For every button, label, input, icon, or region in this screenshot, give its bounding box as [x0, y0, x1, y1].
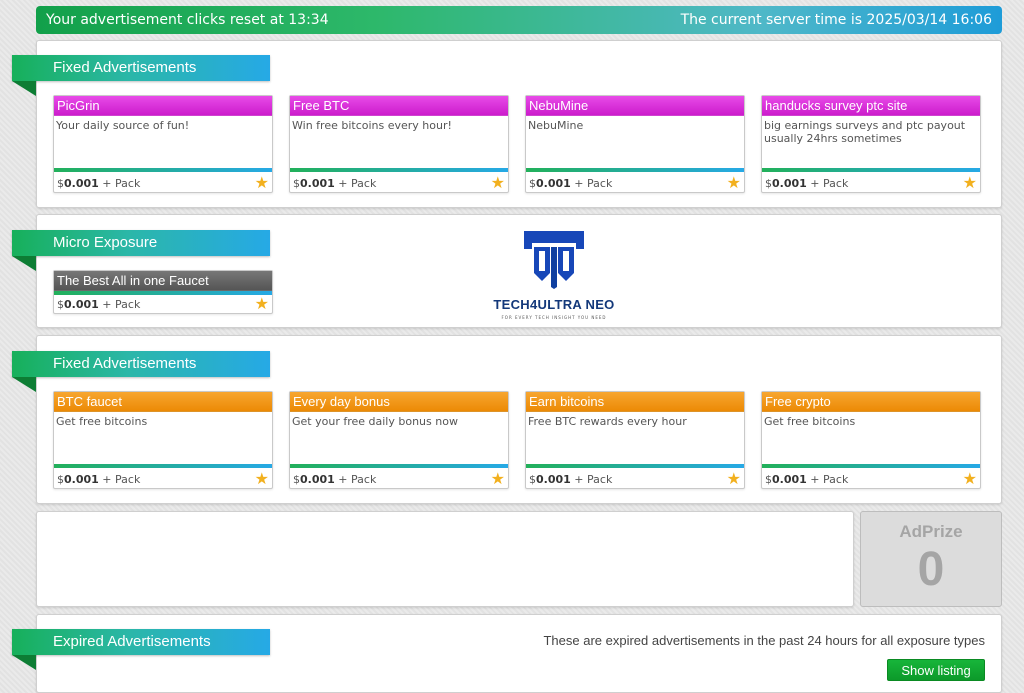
ad-title[interactable]: Free BTC	[290, 96, 508, 116]
section-title: Expired Advertisements	[53, 633, 211, 650]
ad-card[interactable]: PicGrin Your daily source of fun! $0.001…	[53, 95, 273, 193]
ad-price: $0.001 + Pack	[57, 298, 141, 311]
clicks-reset-label: Your advertisement clicks reset at	[46, 12, 284, 28]
empty-content-panel	[36, 511, 854, 607]
show-listing-button[interactable]: Show listing	[887, 659, 985, 681]
ad-description: Get free bitcoins	[764, 415, 856, 428]
ad-price: $0.001 + Pack	[765, 177, 849, 190]
micro-exposure-panel: Micro Exposure The Best All in one Fauce…	[12, 214, 1002, 328]
ad-description: big earnings surveys and ptc payout usua…	[764, 119, 966, 145]
expired-ads-panel: Expired Advertisements These are expired…	[12, 614, 1002, 693]
star-icon: ★	[962, 469, 977, 488]
server-time-label: The current server time is	[680, 12, 863, 28]
ad-description: Get your free daily bonus now	[292, 415, 458, 428]
top-status-bar: Your advertisement clicks reset at 13:34…	[36, 6, 1002, 34]
adprize-count: 0	[917, 543, 945, 596]
ad-title[interactable]: handucks survey ptc site	[762, 96, 980, 116]
ad-divider	[54, 464, 272, 468]
ad-divider	[290, 464, 508, 468]
ad-title[interactable]: NebuMine	[526, 96, 744, 116]
server-time-info: The current server time is 2025/03/14 16…	[681, 12, 992, 28]
fixed-ads-panel-2: Fixed Advertisements BTC faucet Get free…	[12, 335, 1002, 504]
section-title: Fixed Advertisements	[53, 355, 197, 372]
star-icon: ★	[254, 294, 269, 313]
expired-description: These are expired advertisements in the …	[543, 633, 985, 648]
ad-divider	[526, 168, 744, 172]
ad-divider	[762, 168, 980, 172]
ad-card[interactable]: NebuMine NebuMine $0.001 + Pack ★	[525, 95, 745, 193]
ad-card[interactable]: Earn bitcoins Free BTC rewards every hou…	[525, 391, 745, 489]
ad-card[interactable]: handucks survey ptc site big earnings su…	[761, 95, 981, 193]
ad-price: $0.001 + Pack	[529, 473, 613, 486]
clicks-reset-info: Your advertisement clicks reset at 13:34	[46, 12, 329, 28]
ad-price: $0.001 + Pack	[57, 473, 141, 486]
section-title: Micro Exposure	[53, 234, 158, 251]
ad-card[interactable]: The Best All in one Faucet $0.001 + Pack…	[53, 270, 273, 314]
logo-name: TECH4ULTRA NEO	[493, 297, 615, 312]
ad-divider	[526, 464, 744, 468]
ad-description: Get free bitcoins	[56, 415, 148, 428]
section-ribbon: Micro Exposure	[12, 230, 270, 271]
ad-card[interactable]: BTC faucet Get free bitcoins $0.001 + Pa…	[53, 391, 273, 489]
section-ribbon: Fixed Advertisements	[12, 351, 270, 392]
star-icon: ★	[726, 469, 741, 488]
ad-price: $0.001 + Pack	[293, 473, 377, 486]
server-time: 2025/03/14 16:06	[866, 12, 993, 28]
ad-price: $0.001 + Pack	[765, 473, 849, 486]
clicks-reset-time: 13:34	[288, 12, 329, 28]
ad-price: $0.001 + Pack	[57, 177, 141, 190]
star-icon: ★	[254, 469, 269, 488]
ad-card[interactable]: Free crypto Get free bitcoins $0.001 + P…	[761, 391, 981, 489]
ad-price: $0.001 + Pack	[293, 177, 377, 190]
star-icon: ★	[490, 173, 505, 192]
adprize-title: AdPrize	[899, 522, 963, 541]
fixed-ads-panel-1: Fixed Advertisements PicGrin Your daily …	[12, 40, 1002, 208]
star-icon: ★	[490, 469, 505, 488]
ad-price: $0.001 + Pack	[529, 177, 613, 190]
tech4ultra-banner[interactable]: TECH4ULTRA NEO FOR EVERY TECH INSIGHT YO…	[484, 229, 624, 320]
logo-tagline: FOR EVERY TECH INSIGHT YOU NEED	[501, 315, 607, 320]
ad-description: NebuMine	[528, 119, 584, 132]
ad-divider	[290, 168, 508, 172]
section-title: Fixed Advertisements	[53, 59, 197, 76]
tech4ultra-logo-icon	[524, 231, 584, 289]
ad-description: Your daily source of fun!	[56, 119, 190, 132]
adprize-box[interactable]: AdPrize 0	[860, 511, 1002, 607]
star-icon: ★	[254, 173, 269, 192]
ad-card[interactable]: Free BTC Win free bitcoins every hour! $…	[289, 95, 509, 193]
ad-divider	[54, 168, 272, 172]
ad-title[interactable]: Every day bonus	[290, 392, 508, 412]
ad-description: Win free bitcoins every hour!	[292, 119, 452, 132]
ad-divider	[762, 464, 980, 468]
ad-title[interactable]: BTC faucet	[54, 392, 272, 412]
section-ribbon: Fixed Advertisements	[12, 55, 270, 96]
section-ribbon: Expired Advertisements	[12, 629, 270, 670]
ad-title[interactable]: The Best All in one Faucet	[54, 271, 272, 291]
ad-description: Free BTC rewards every hour	[528, 415, 687, 428]
ad-title[interactable]: Earn bitcoins	[526, 392, 744, 412]
ad-divider	[54, 291, 272, 295]
star-icon: ★	[726, 173, 741, 192]
ad-card[interactable]: Every day bonus Get your free daily bonu…	[289, 391, 509, 489]
star-icon: ★	[962, 173, 977, 192]
ad-title[interactable]: PicGrin	[54, 96, 272, 116]
ad-title[interactable]: Free crypto	[762, 392, 980, 412]
